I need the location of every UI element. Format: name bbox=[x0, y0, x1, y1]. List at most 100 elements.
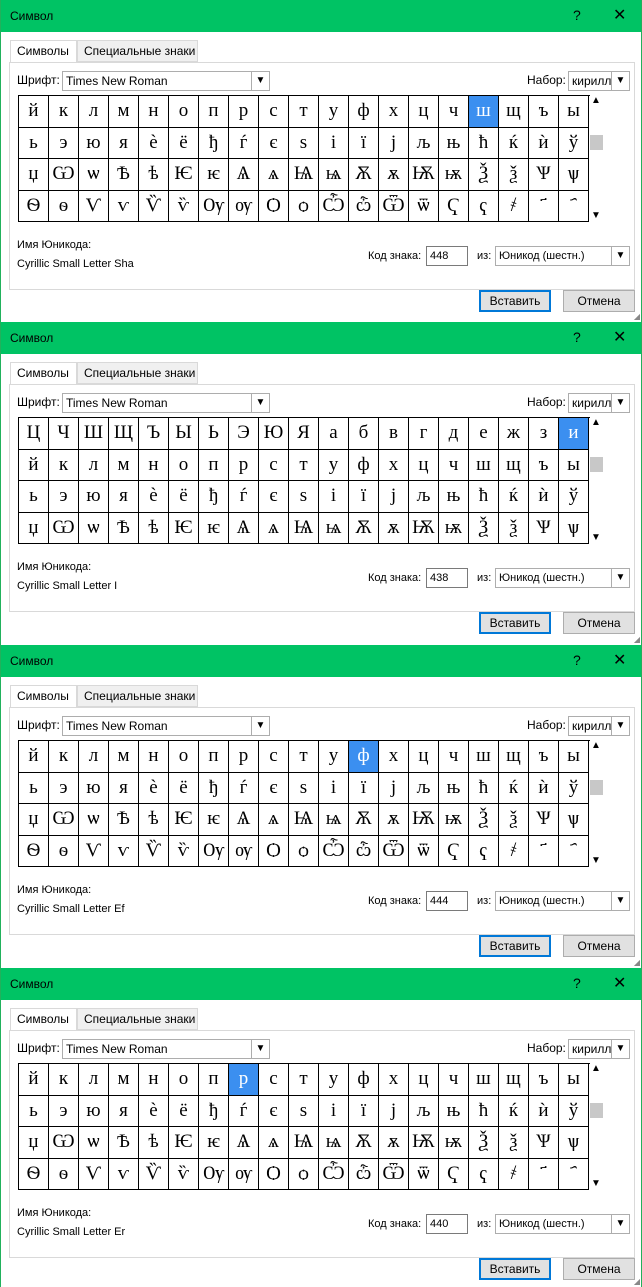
char-cell[interactable]: у bbox=[319, 741, 349, 773]
subset-select[interactable]: кирилл ▼ bbox=[568, 393, 630, 413]
char-cell[interactable]: Ѭ bbox=[409, 512, 439, 544]
font-select[interactable]: Times New Roman ▼ bbox=[62, 71, 270, 91]
char-cell[interactable]: ѣ bbox=[139, 159, 169, 191]
char-cell[interactable]: ь bbox=[19, 481, 49, 513]
char-cell[interactable]: й bbox=[19, 741, 49, 773]
char-cell[interactable]: ф bbox=[349, 1064, 379, 1096]
char-cell[interactable]: Ѻ bbox=[259, 835, 289, 867]
char-cell[interactable]: ц bbox=[409, 449, 439, 481]
char-cell[interactable]: р bbox=[229, 1064, 259, 1096]
char-cell[interactable]: ѵ bbox=[109, 835, 139, 867]
char-cell[interactable]: ѹ bbox=[229, 835, 259, 867]
char-cell[interactable]: ѫ bbox=[379, 512, 409, 544]
char-cell[interactable]: ѓ bbox=[229, 127, 259, 159]
char-cell[interactable]: ї bbox=[349, 127, 379, 159]
char-cell[interactable]: ѧ bbox=[259, 1127, 289, 1159]
char-cell[interactable]: ѥ bbox=[199, 1127, 229, 1159]
char-cell[interactable]: ѻ bbox=[289, 1158, 319, 1190]
font-select[interactable]: Times New Roman ▼ bbox=[62, 393, 270, 413]
char-cell[interactable]: љ bbox=[409, 127, 439, 159]
char-cell[interactable]: Ѹ bbox=[199, 1158, 229, 1190]
cancel-button[interactable]: Отмена bbox=[563, 935, 635, 957]
char-cell[interactable]: џ bbox=[19, 1127, 49, 1159]
char-cell[interactable]: ќ bbox=[499, 772, 529, 804]
char-cell[interactable]: ҄ bbox=[559, 190, 589, 222]
char-cell[interactable]: ы bbox=[559, 741, 589, 773]
char-cell[interactable]: ъ bbox=[529, 1064, 559, 1096]
char-cell[interactable]: й bbox=[19, 96, 49, 128]
char-cell[interactable]: г bbox=[409, 418, 439, 450]
char-cell[interactable]: ў bbox=[559, 127, 589, 159]
char-cell[interactable]: ѡ bbox=[79, 804, 109, 836]
char-cell[interactable]: Ч bbox=[49, 418, 79, 450]
char-cell[interactable]: у bbox=[319, 96, 349, 128]
char-cell[interactable]: л bbox=[79, 741, 109, 773]
char-cell[interactable]: љ bbox=[409, 772, 439, 804]
char-cell[interactable]: с bbox=[259, 1064, 289, 1096]
char-cell[interactable]: Ѩ bbox=[289, 804, 319, 836]
char-cell[interactable]: љ bbox=[409, 481, 439, 513]
char-cell[interactable]: я bbox=[109, 1095, 139, 1127]
char-cell[interactable]: с bbox=[259, 449, 289, 481]
char-cell[interactable]: ѝ bbox=[529, 772, 559, 804]
char-cell[interactable]: ъ bbox=[529, 96, 559, 128]
char-cell[interactable]: ё bbox=[169, 481, 199, 513]
char-cell[interactable]: њ bbox=[439, 127, 469, 159]
scroll-down-icon[interactable]: ▼ bbox=[591, 855, 601, 866]
char-cell[interactable]: Ѭ bbox=[409, 1127, 439, 1159]
char-cell[interactable]: і bbox=[319, 1095, 349, 1127]
char-cell[interactable]: Ѯ bbox=[469, 804, 499, 836]
char-cell[interactable]: џ bbox=[19, 159, 49, 191]
resize-grip-icon[interactable]: ◢ bbox=[634, 1277, 640, 1286]
char-cell[interactable]: л bbox=[79, 96, 109, 128]
char-cell[interactable]: ѱ bbox=[559, 1127, 589, 1159]
char-cell[interactable]: ё bbox=[169, 127, 199, 159]
char-cell[interactable]: ѥ bbox=[199, 804, 229, 836]
char-cell[interactable]: ҁ bbox=[469, 190, 499, 222]
char-cell[interactable]: Ь bbox=[199, 418, 229, 450]
char-cell[interactable]: ц bbox=[409, 1064, 439, 1096]
char-cell[interactable]: л bbox=[79, 1064, 109, 1096]
cancel-button[interactable]: Отмена bbox=[563, 1258, 635, 1280]
char-cell[interactable]: у bbox=[319, 1064, 349, 1096]
char-cell[interactable]: е bbox=[469, 418, 499, 450]
char-cell[interactable]: т bbox=[289, 741, 319, 773]
scroll-up-icon[interactable]: ▲ bbox=[591, 740, 601, 751]
char-code-input[interactable]: 448 bbox=[426, 246, 468, 266]
char-cell[interactable]: ѩ bbox=[319, 1127, 349, 1159]
char-cell[interactable]: ѵ bbox=[109, 1158, 139, 1190]
char-cell[interactable]: ҁ bbox=[469, 1158, 499, 1190]
char-cell[interactable]: ѩ bbox=[319, 804, 349, 836]
char-cell[interactable]: Ѱ bbox=[529, 1127, 559, 1159]
char-cell[interactable]: Ѧ bbox=[229, 512, 259, 544]
char-cell[interactable]: ш bbox=[469, 96, 499, 128]
char-cell[interactable]: Ѹ bbox=[199, 835, 229, 867]
char-cell[interactable]: ќ bbox=[499, 127, 529, 159]
char-cell[interactable]: ч bbox=[439, 741, 469, 773]
char-cell[interactable]: Ѵ bbox=[79, 835, 109, 867]
char-cell[interactable]: к bbox=[49, 449, 79, 481]
help-icon[interactable]: ? bbox=[573, 7, 581, 23]
char-cell[interactable]: я bbox=[109, 772, 139, 804]
char-cell[interactable]: Ѣ bbox=[109, 804, 139, 836]
char-cell[interactable]: ш bbox=[469, 741, 499, 773]
tab-special-chars[interactable]: Специальные знаки bbox=[77, 40, 198, 62]
char-cell[interactable]: Ѵ bbox=[79, 190, 109, 222]
char-cell[interactable]: ѥ bbox=[199, 159, 229, 191]
char-cell[interactable]: у bbox=[319, 449, 349, 481]
char-cell[interactable]: ѫ bbox=[379, 804, 409, 836]
char-cell[interactable]: й bbox=[19, 449, 49, 481]
char-cell[interactable]: т bbox=[289, 449, 319, 481]
scroll-down-icon[interactable]: ▼ bbox=[591, 210, 601, 221]
char-cell[interactable]: ѹ bbox=[229, 1158, 259, 1190]
char-cell[interactable]: ў bbox=[559, 772, 589, 804]
char-cell[interactable]: о bbox=[169, 1064, 199, 1096]
char-cell[interactable]: њ bbox=[439, 772, 469, 804]
char-cell[interactable]: Ѣ bbox=[109, 512, 139, 544]
char-cell[interactable]: Ѱ bbox=[529, 512, 559, 544]
char-cell[interactable]: л bbox=[79, 449, 109, 481]
char-cell[interactable]: э bbox=[49, 772, 79, 804]
subset-select[interactable]: кирилл ▼ bbox=[568, 716, 630, 736]
char-cell[interactable]: ѯ bbox=[499, 512, 529, 544]
char-cell[interactable]: я bbox=[109, 481, 139, 513]
